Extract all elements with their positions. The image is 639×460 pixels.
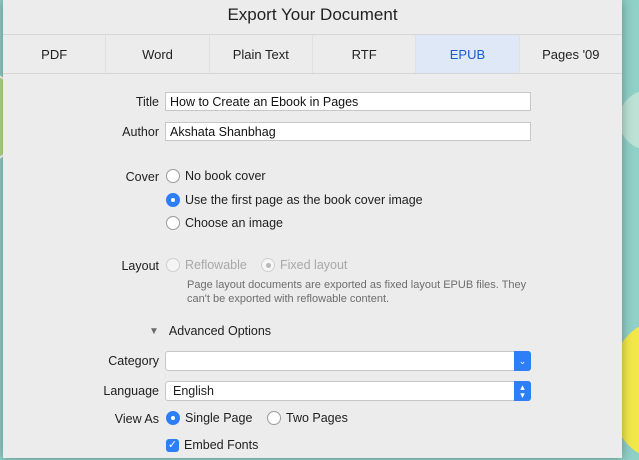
cover-option-none[interactable]: No book cover	[166, 169, 266, 183]
updown-arrows-icon: ▴ ▾	[514, 381, 531, 401]
radio-icon	[166, 216, 180, 230]
radio-disabled-icon	[166, 258, 180, 272]
author-label: Author	[122, 125, 159, 139]
view-option-two-pages[interactable]: Two Pages	[267, 411, 348, 425]
category-label: Category	[108, 354, 159, 368]
view-option-label: Two Pages	[286, 411, 348, 425]
tab-pdf[interactable]: PDF	[3, 35, 107, 73]
embed-fonts-label: Embed Fonts	[184, 438, 259, 452]
format-tabs: PDF Word Plain Text RTF EPUB Pages '09	[3, 34, 622, 74]
layout-option-fixed: Fixed layout	[261, 258, 347, 272]
title-field[interactable]: How to Create an Ebook in Pages	[165, 92, 531, 111]
layout-option-label: Reflowable	[185, 258, 247, 272]
advanced-options-disclosure[interactable]: ▼ Advanced Options	[149, 324, 271, 338]
disclosure-triangle-icon: ▼	[149, 325, 159, 337]
layout-note: Page layout documents are exported as fi…	[187, 279, 527, 305]
cover-option-label: Use the first page as the book cover ima…	[185, 193, 423, 207]
title-label: Title	[135, 95, 159, 109]
layout-option-reflowable: Reflowable	[166, 258, 247, 272]
radio-icon	[267, 411, 281, 425]
category-popup[interactable]: ⌄	[165, 351, 531, 371]
layout-option-label: Fixed layout	[280, 258, 348, 272]
embed-fonts-checkbox[interactable]: ✓ Embed Fonts	[166, 438, 258, 452]
background-right-dot	[619, 90, 639, 150]
cover-option-label: Choose an image	[185, 216, 283, 230]
advanced-options-label: Advanced Options	[168, 324, 272, 338]
cover-option-label: No book cover	[185, 169, 266, 183]
language-popup[interactable]: English ▴ ▾	[165, 381, 531, 401]
tab-word[interactable]: Word	[106, 35, 210, 73]
radio-disabled-selected-icon	[261, 258, 275, 272]
tab-plain-text[interactable]: Plain Text	[210, 35, 313, 73]
language-value: English	[173, 384, 214, 398]
language-label: Language	[103, 384, 159, 398]
author-field[interactable]: Akshata Shanbhag	[165, 122, 531, 141]
tab-pages09[interactable]: Pages '09	[520, 35, 622, 73]
radio-icon	[166, 169, 180, 183]
export-dialog: Export Your Document PDF Word Plain Text…	[3, 0, 622, 458]
radio-selected-icon	[166, 193, 180, 207]
layout-label: Layout	[121, 259, 159, 273]
checkmark-icon: ✓	[166, 438, 179, 452]
cover-label: Cover	[125, 170, 159, 184]
cover-option-first-page[interactable]: Use the first page as the book cover ima…	[166, 193, 423, 207]
view-option-label: Single Page	[185, 411, 253, 425]
cover-option-choose-image[interactable]: Choose an image	[166, 216, 283, 230]
tab-epub[interactable]: EPUB	[416, 35, 520, 73]
view-as-label: View As	[114, 412, 159, 426]
chevron-down-icon: ⌄	[514, 351, 531, 371]
dialog-title: Export Your Document	[3, 0, 622, 30]
tab-rtf[interactable]: RTF	[313, 35, 417, 73]
view-option-single-page[interactable]: Single Page	[166, 411, 252, 425]
radio-selected-icon	[166, 411, 180, 425]
